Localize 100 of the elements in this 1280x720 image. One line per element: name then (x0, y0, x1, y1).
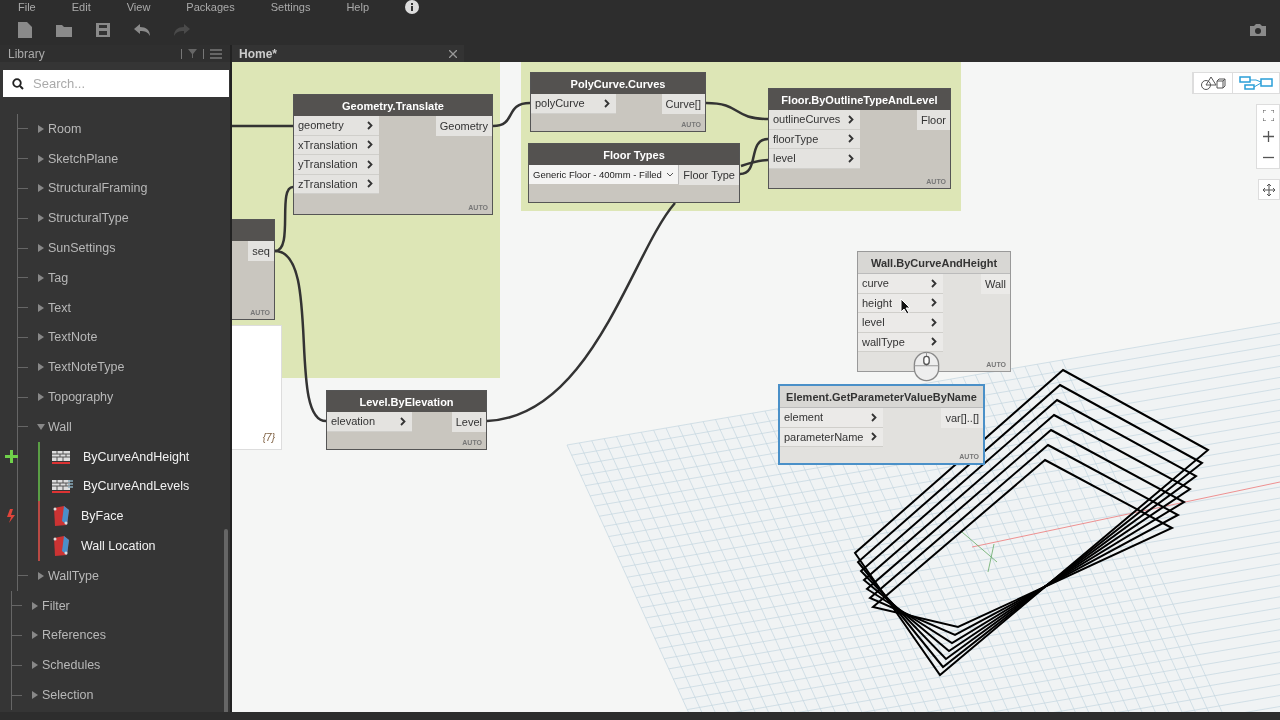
menu-item[interactable]: Settings (270, 1, 311, 13)
library-title: Library (8, 46, 45, 61)
output-port[interactable]: Wall (981, 274, 1010, 294)
library-node-item[interactable]: Wall Location (51, 531, 156, 561)
filter-icon[interactable] (188, 49, 197, 58)
scrollbar[interactable] (224, 529, 228, 712)
new-file-icon[interactable] (17, 20, 33, 39)
node-title: Floor Types (529, 144, 739, 165)
tree-item[interactable]: Tag (18, 263, 230, 293)
library-node-item[interactable]: ByCurveAndLevels (51, 471, 190, 502)
info-icon[interactable] (405, 0, 420, 14)
output-port[interactable]: Floor Type (679, 165, 739, 185)
tree-item[interactable]: Wall (18, 411, 230, 442)
node-title: Wall.ByCurveAndHeight (858, 252, 1010, 274)
menu-item[interactable]: Packages (186, 1, 235, 13)
expand-arrow-icon[interactable] (37, 124, 45, 133)
collapse-arrow-icon[interactable] (37, 422, 45, 431)
tree-item[interactable]: StructuralType (18, 203, 230, 234)
wall-icon (51, 478, 73, 495)
output-port[interactable]: Level (451, 412, 486, 432)
port-label: level (862, 316, 885, 329)
wall-icon (51, 448, 73, 465)
output-port[interactable]: Curve[] (661, 94, 705, 114)
expand-arrow-icon[interactable] (37, 303, 45, 312)
tree-item[interactable]: Selection (12, 680, 230, 710)
expand-arrow-icon[interactable] (37, 363, 45, 372)
wire[interactable] (492, 101, 531, 128)
face-icon (51, 505, 71, 528)
node-title: Level.ByElevation (327, 391, 486, 412)
input-port[interactable]: parameterName (780, 427, 884, 447)
search-icon (12, 78, 24, 90)
expand-arrow-icon[interactable] (37, 273, 45, 282)
tree-item[interactable]: WallType (18, 560, 230, 591)
input-port[interactable]: curve (858, 274, 943, 294)
wire[interactable] (274, 185, 294, 253)
save-icon[interactable] (95, 21, 111, 38)
undo-icon[interactable] (133, 22, 151, 37)
output-port[interactable]: var[]..[] (941, 408, 983, 428)
wire[interactable] (739, 137, 769, 176)
tree-item[interactable]: Schedules (12, 650, 230, 681)
input-port[interactable]: yTranslation (294, 155, 379, 175)
library-node-item[interactable]: ByCurveAndHeight (51, 441, 190, 472)
tree-item[interactable]: Filter (12, 590, 230, 621)
expand-arrow-icon[interactable] (31, 601, 39, 610)
input-port[interactable]: level (858, 313, 943, 333)
tree-item[interactable]: TextNoteType (18, 352, 230, 383)
tree-item[interactable]: Room (18, 114, 230, 144)
tree-item[interactable]: Topography (18, 382, 230, 412)
menu-item[interactable]: File (18, 1, 36, 13)
input-port[interactable]: geometry (294, 116, 379, 136)
expand-arrow-icon[interactable] (37, 393, 45, 402)
tree-item[interactable]: Text (18, 292, 230, 323)
plus-icon (1262, 131, 1274, 142)
tree-item[interactable]: SunSettings (18, 233, 230, 263)
camera-icon[interactable] (1249, 22, 1267, 37)
pan-button[interactable] (1258, 179, 1280, 200)
caret-icon (666, 172, 673, 177)
menu-item[interactable]: Help (346, 1, 370, 13)
wire[interactable] (274, 249, 327, 423)
tree-item[interactable]: References (12, 620, 230, 651)
tab[interactable]: Home* (232, 45, 464, 62)
face-icon (51, 535, 71, 558)
wire[interactable] (705, 101, 769, 121)
watch-node[interactable]: {7} (232, 325, 282, 450)
expand-arrow-icon[interactable] (37, 214, 45, 223)
output-port[interactable]: Floor (916, 110, 950, 130)
wire[interactable] (740, 158, 769, 168)
port-label: height (862, 296, 892, 309)
search-field[interactable]: Search... (3, 70, 229, 97)
library-node-item[interactable]: ByFace (51, 501, 156, 532)
close-icon[interactable] (449, 49, 457, 58)
port-label: outlineCurves (773, 113, 841, 126)
expand-arrow-icon[interactable] (37, 333, 45, 342)
input-port[interactable]: zTranslation (294, 174, 379, 194)
menu-item[interactable]: Edit (71, 1, 91, 13)
input-port[interactable]: outlineCurves (769, 110, 861, 130)
menu-item[interactable]: View (126, 1, 151, 13)
input-port[interactable]: polyCurve (531, 94, 616, 114)
tree-item[interactable]: SketchPlane (18, 143, 230, 174)
expand-arrow-icon[interactable] (37, 571, 45, 580)
tree-item[interactable]: TextNote (18, 322, 230, 353)
input-port[interactable]: elevation (327, 412, 412, 432)
expand-arrow-icon[interactable] (37, 244, 45, 253)
input-port[interactable]: level (769, 149, 861, 169)
expand-arrow-icon[interactable] (31, 691, 39, 700)
output-port[interactable]: seq (248, 241, 274, 261)
dropdown-field[interactable]: Generic Floor - 400mm - Filled (529, 165, 679, 184)
menu-icon[interactable] (210, 48, 222, 59)
expand-arrow-icon[interactable] (37, 184, 45, 193)
input-port[interactable]: element (780, 408, 884, 428)
tree-item[interactable]: StructuralFraming (18, 173, 230, 204)
input-port[interactable]: wallType (858, 332, 943, 352)
wire[interactable] (232, 124, 293, 128)
expand-arrow-icon[interactable] (37, 154, 45, 163)
output-port[interactable]: Geometry (435, 116, 492, 136)
input-port[interactable]: xTranslation (294, 135, 379, 155)
input-port[interactable]: floorType (769, 129, 861, 149)
expand-arrow-icon[interactable] (31, 661, 39, 670)
expand-arrow-icon[interactable] (31, 631, 39, 640)
node-card[interactable]: Floor Types Generic Floor - 400mm - Filled Floor Type (528, 143, 740, 203)
